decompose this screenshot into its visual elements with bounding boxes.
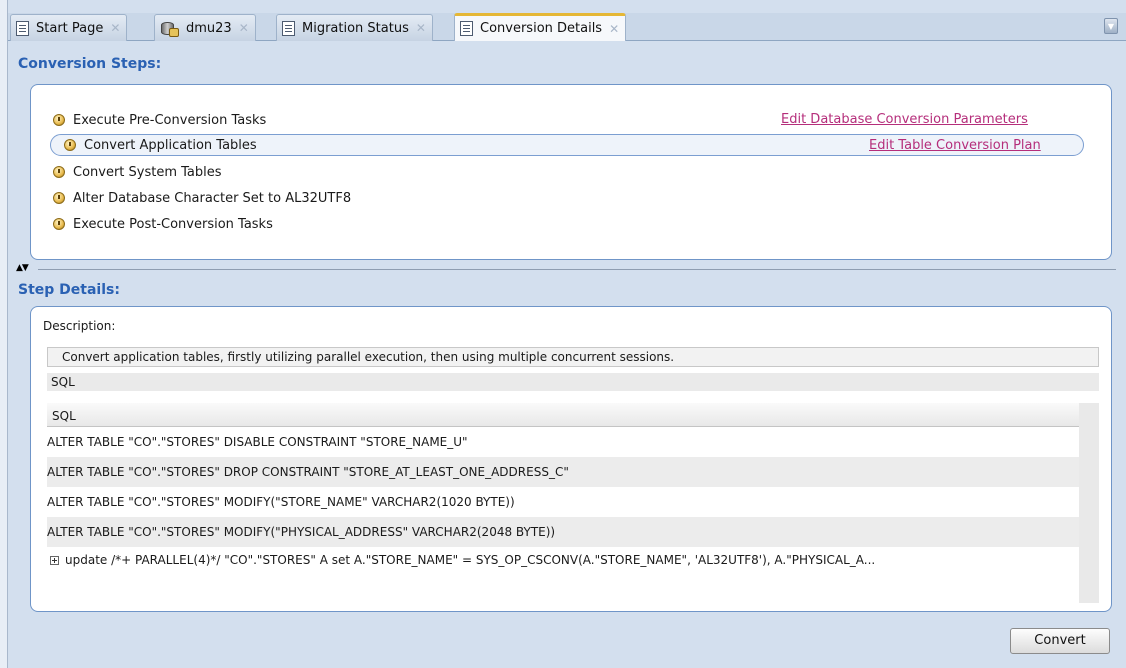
- edit-table-conversion-plan-link[interactable]: Edit Table Conversion Plan: [869, 138, 1041, 153]
- step-status-icon: [53, 192, 65, 204]
- panel-splitter[interactable]: ▲▼: [16, 263, 1126, 273]
- step-label: Execute Post-Conversion Tasks: [73, 216, 273, 232]
- table-row[interactable]: ALTER TABLE "CO"."STORES" MODIFY("STORE_…: [47, 487, 1079, 517]
- tab-migration-status[interactable]: Migration Status ✕: [276, 14, 433, 41]
- grid-scrollbar[interactable]: [1079, 403, 1099, 603]
- tab-label: Start Page: [36, 20, 104, 36]
- description-label: Description:: [43, 319, 116, 333]
- tab-label: Conversion Details: [480, 21, 603, 36]
- document-icon: [460, 21, 473, 36]
- edit-database-conversion-parameters-link[interactable]: Edit Database Conversion Parameters: [781, 112, 1028, 127]
- step-label: Execute Pre-Conversion Tasks: [73, 112, 267, 128]
- tab-label: dmu23: [186, 20, 232, 36]
- sql-cell: update /*+ PARALLEL(4)*/ "CO"."STORES" A…: [65, 553, 876, 567]
- step-details-title: Step Details:: [18, 282, 120, 298]
- step-execute-pre-conversion[interactable]: Execute Pre-Conversion Tasks: [53, 109, 266, 131]
- convert-button[interactable]: Convert: [1010, 628, 1110, 654]
- step-status-icon: [64, 139, 76, 151]
- sql-cell: ALTER TABLE "CO"."STORES" DISABLE CONSTR…: [47, 435, 468, 449]
- step-alter-database-character-set[interactable]: Alter Database Character Set to AL32UTF8: [53, 187, 351, 209]
- splitter-line: [38, 269, 1116, 270]
- step-execute-post-conversion[interactable]: Execute Post-Conversion Tasks: [53, 213, 273, 235]
- tab-start-page[interactable]: Start Page ✕: [10, 14, 128, 41]
- expand-icon[interactable]: [50, 556, 59, 565]
- step-label: Convert System Tables: [73, 164, 222, 180]
- tab-conversion-details[interactable]: Conversion Details ✕: [454, 13, 627, 41]
- step-details-panel: Description: Convert application tables,…: [30, 306, 1112, 612]
- sql-cell: ALTER TABLE "CO"."STORES" DROP CONSTRAIN…: [47, 465, 569, 479]
- description-text: Convert application tables, firstly util…: [47, 347, 1099, 367]
- sql-cell: ALTER TABLE "CO"."STORES" MODIFY("STORE_…: [47, 495, 515, 509]
- close-icon[interactable]: ✕: [110, 21, 120, 35]
- step-label: Alter Database Character Set to AL32UTF8: [73, 190, 352, 206]
- step-status-icon: [53, 218, 65, 230]
- step-status-icon: [53, 166, 65, 178]
- close-icon[interactable]: ✕: [609, 22, 619, 36]
- step-status-icon: [53, 114, 65, 126]
- document-icon: [16, 20, 29, 36]
- sql-column-header[interactable]: SQL: [47, 403, 1079, 427]
- close-icon[interactable]: ✕: [416, 21, 426, 35]
- table-row[interactable]: ALTER TABLE "CO"."STORES" DISABLE CONSTR…: [47, 427, 1079, 457]
- sql-section-label: SQL: [47, 373, 1099, 391]
- tab-label: Migration Status: [302, 20, 409, 36]
- step-convert-system-tables[interactable]: Convert System Tables: [53, 161, 222, 183]
- left-edge: [0, 0, 8, 668]
- sql-cell: ALTER TABLE "CO"."STORES" MODIFY("PHYSIC…: [47, 525, 556, 539]
- database-icon: [160, 20, 180, 37]
- sql-grid: SQL ALTER TABLE "CO"."STORES" DISABLE CO…: [47, 403, 1099, 603]
- step-label: Convert Application Tables: [84, 137, 257, 153]
- conversion-steps-panel: Execute Pre-Conversion Tasks Edit Databa…: [30, 84, 1112, 260]
- splitter-arrows-icon[interactable]: ▲▼: [16, 263, 29, 273]
- close-icon[interactable]: ✕: [239, 21, 249, 35]
- conversion-steps-title: Conversion Steps:: [18, 56, 162, 72]
- tab-dmu23[interactable]: dmu23 ✕: [154, 14, 256, 41]
- tab-list-dropdown-icon[interactable]: ▼: [1104, 18, 1118, 34]
- document-icon: [282, 20, 295, 36]
- table-row[interactable]: ALTER TABLE "CO"."STORES" MODIFY("PHYSIC…: [47, 517, 1079, 547]
- tab-bar: Start Page ✕ dmu23 ✕ Migration Status ✕ …: [8, 13, 1126, 41]
- table-row[interactable]: ALTER TABLE "CO"."STORES" DROP CONSTRAIN…: [47, 457, 1079, 487]
- table-row[interactable]: update /*+ PARALLEL(4)*/ "CO"."STORES" A…: [47, 547, 1079, 573]
